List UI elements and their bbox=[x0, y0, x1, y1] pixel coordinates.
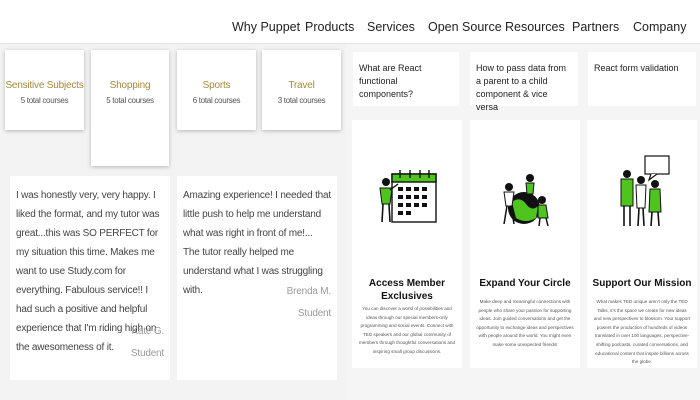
review-card: Amazing experience! I needed that little… bbox=[177, 176, 337, 380]
review-author-role: Student bbox=[297, 308, 331, 319]
category-count: 6 total courses bbox=[192, 96, 241, 105]
feature-description: Make deep and meaningful connections wit… bbox=[476, 299, 574, 347]
review-author-role: Student bbox=[130, 348, 164, 359]
calendar-person-icon bbox=[379, 170, 437, 223]
nav-resources[interactable]: Resources bbox=[505, 20, 565, 34]
review-author-name: Brenda M. bbox=[286, 286, 332, 297]
category-count: 5 total courses bbox=[106, 96, 154, 105]
nav-company[interactable]: Company bbox=[633, 20, 687, 34]
top-nav: Why Puppet Products Services Open Source… bbox=[0, 0, 700, 44]
category-card-sensitive-subjects[interactable]: Sensitive Subjects 5 total courses bbox=[5, 50, 84, 130]
category-card-travel[interactable]: Travel 3 total courses bbox=[262, 50, 341, 130]
feature-title: Expand Your Circle bbox=[479, 278, 571, 289]
category-count: 3 total courses bbox=[277, 96, 326, 105]
category-name: Sensitive Subjects bbox=[5, 80, 84, 91]
feature-description: What makes TED unique aren't only the TE… bbox=[593, 299, 691, 365]
nav-partners[interactable]: Partners bbox=[572, 20, 619, 34]
feature-card-support-our-mission: Support Our Mission What makes TED uniqu… bbox=[587, 120, 697, 368]
question-card[interactable]: How to pass data from a parent to a chil… bbox=[470, 52, 578, 112]
feature-title: Access Member Exclusives bbox=[368, 278, 446, 302]
category-name: Shopping bbox=[109, 80, 151, 91]
category-card-sports[interactable]: Sports 6 total courses bbox=[177, 50, 256, 130]
nav-open-source[interactable]: Open Source bbox=[428, 20, 502, 34]
nav-services[interactable]: Services bbox=[367, 20, 415, 34]
category-name: Travel bbox=[288, 80, 315, 91]
category-name: Sports bbox=[202, 80, 231, 91]
question-card[interactable]: What are React functional components? bbox=[353, 52, 459, 106]
globe-people-icon bbox=[503, 174, 549, 227]
question-card[interactable]: React form validation bbox=[588, 52, 696, 106]
review-card: I was honestly very, very happy. I liked… bbox=[10, 176, 170, 380]
review-author-name: Kate G. bbox=[131, 326, 164, 337]
nav-products[interactable]: Products bbox=[305, 20, 354, 34]
feature-card-member-exclusives: Access Member Exclusives You can discove… bbox=[352, 120, 462, 368]
feature-description: You can discover a world of possibilitie… bbox=[358, 306, 456, 354]
feature-title: Support Our Mission bbox=[592, 278, 692, 289]
category-card-shopping[interactable]: Shopping 5 total courses bbox=[91, 50, 169, 166]
feature-card-expand-your-circle: Expand Your Circle Make deep and meaning… bbox=[470, 120, 580, 368]
nav-why-puppet[interactable]: Why Puppet bbox=[232, 20, 300, 34]
category-count: 5 total courses bbox=[20, 96, 69, 105]
group-speech-icon bbox=[620, 155, 670, 227]
